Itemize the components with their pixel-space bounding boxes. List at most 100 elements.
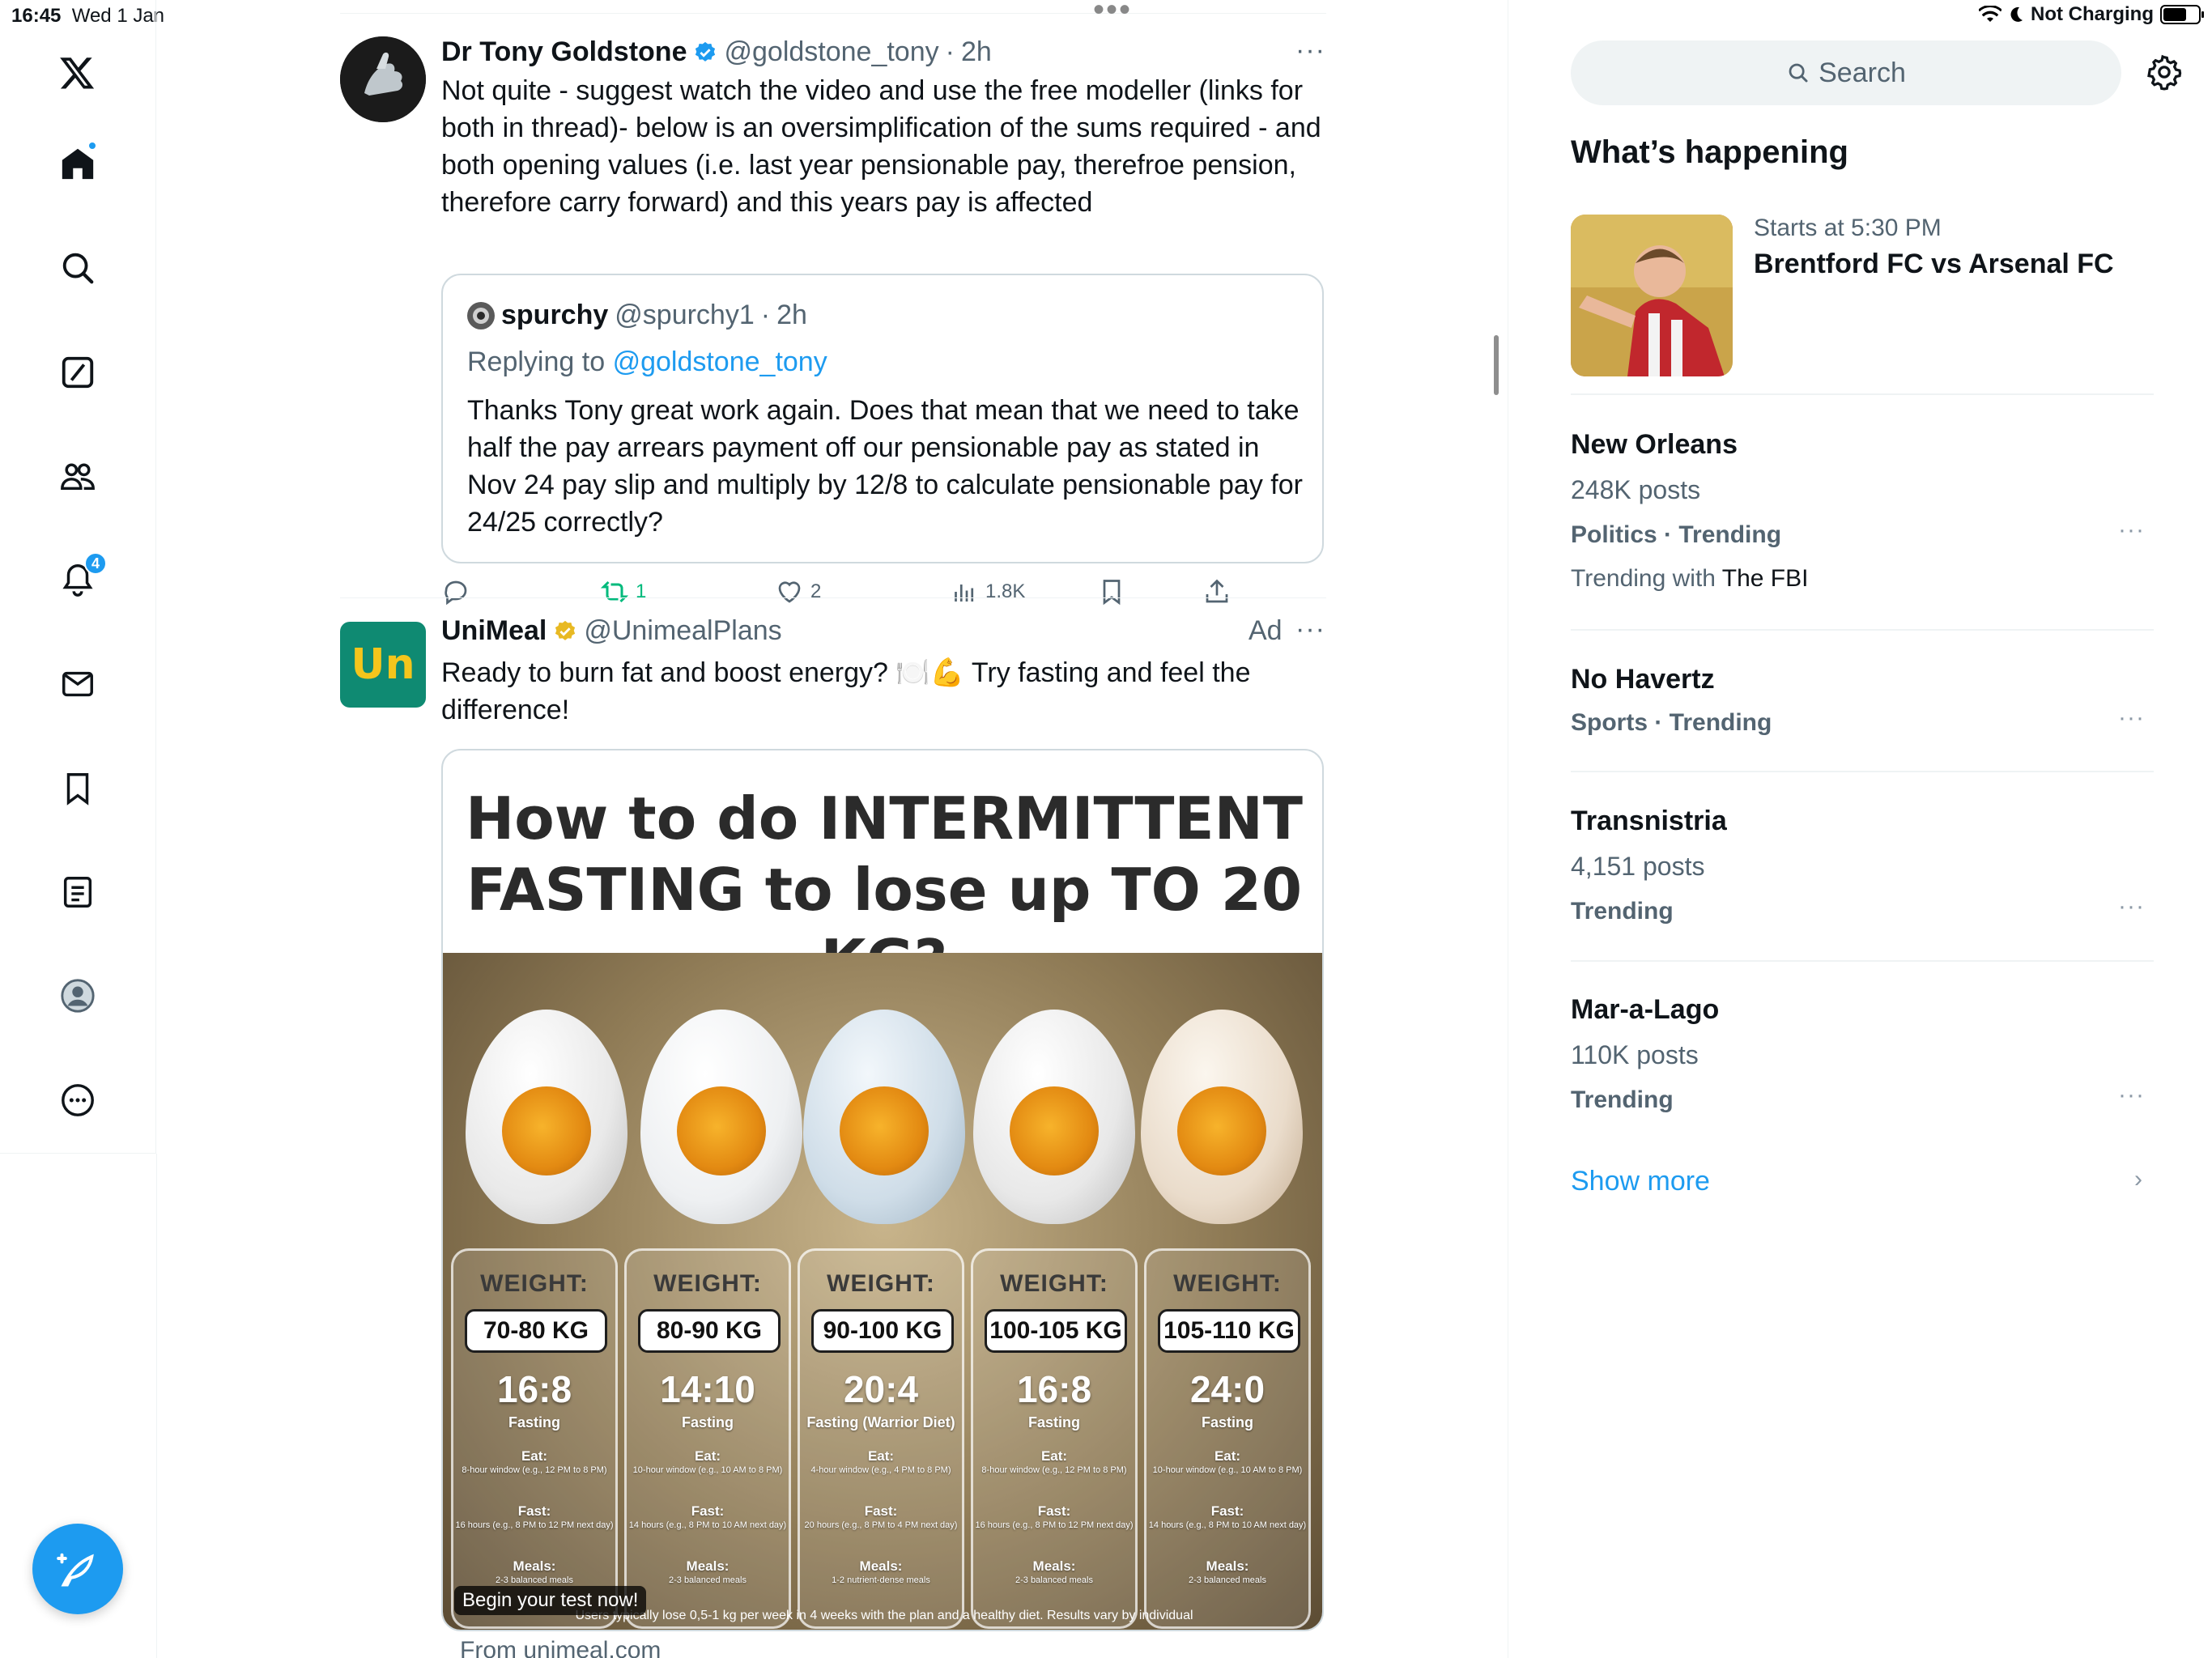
quote-author-handle: @spurchy1 <box>615 300 755 330</box>
trend-name: No Havertz <box>1571 664 1715 695</box>
ad-cta-label[interactable]: Begin your test now! <box>454 1586 647 1615</box>
fasting-ratio: 16:8 <box>1016 1368 1092 1410</box>
trending-with-topic[interactable]: The FBI <box>1722 565 1809 592</box>
views-button[interactable]: 1.8K <box>950 577 1025 606</box>
lists-icon[interactable] <box>53 868 102 916</box>
timeline: ••• Dr Tony Goldstone @goldstone_tony · … <box>340 0 1326 1658</box>
bookmarks-icon[interactable] <box>53 764 102 813</box>
egg-image <box>973 1010 1135 1224</box>
fasting-column: WEIGHT: 70-80 KG 16:8 Fasting Eat: 8-hou… <box>451 1248 618 1629</box>
left-nav: 4 <box>0 0 156 1154</box>
status-indicators: Not Charging <box>1979 3 2204 26</box>
share-icon <box>1206 579 1228 603</box>
timeline-top-divider <box>340 13 1326 14</box>
replying-to-link[interactable]: @goldstone_tony <box>613 346 827 377</box>
fasting-ratio: 20:4 <box>843 1368 919 1410</box>
like-count: 2 <box>810 580 822 602</box>
tweet-more-button[interactable]: ··· <box>1295 35 1325 66</box>
tweet-time[interactable]: 2h <box>961 36 992 68</box>
quote-text: Thanks Tony great work again. Does that … <box>467 395 1303 538</box>
x-logo-icon[interactable] <box>53 49 102 97</box>
trend-more-button[interactable]: ··· <box>2118 1082 2145 1109</box>
trend-more-button[interactable]: ··· <box>2118 517 2145 544</box>
event-title: Brentford FC vs Arsenal FC <box>1754 249 2114 279</box>
trend-more-button[interactable]: ··· <box>2118 704 2145 732</box>
sidebar-divider <box>1571 393 2154 395</box>
search-input[interactable]: Search <box>1571 40 2121 105</box>
messages-icon[interactable] <box>53 660 102 708</box>
show-more-link[interactable]: Show more <box>1571 1166 1710 1197</box>
compose-feather-icon <box>57 1553 94 1587</box>
weight-range: 100-105 KG <box>985 1309 1127 1353</box>
ad-label: Ad <box>1249 615 1283 646</box>
quote-header: spurchy @spurchy1 · 2h <box>467 300 807 331</box>
communities-icon[interactable] <box>53 452 102 500</box>
timeline-scrollbar[interactable] <box>1494 335 1499 395</box>
charging-status: Not Charging <box>2031 3 2154 25</box>
compose-post-button[interactable] <box>32 1524 123 1614</box>
share-button[interactable] <box>1202 577 1231 606</box>
author-name[interactable]: Dr Tony Goldstone <box>441 36 687 68</box>
quote-time: 2h <box>776 300 807 330</box>
verified-badge-icon <box>696 41 716 62</box>
left-column-divider <box>156 1154 157 1658</box>
trend-category: Politics · Trending <box>1571 521 1782 548</box>
reply-icon <box>445 580 467 606</box>
search-placeholder: Search <box>1819 57 1906 88</box>
tweet-divider <box>340 597 1326 598</box>
ad-infographic: WEIGHT: 70-80 KG 16:8 Fasting Eat: 8-hou… <box>443 953 1322 1630</box>
weight-range: 80-90 KG <box>638 1309 781 1353</box>
avatar[interactable]: Un <box>340 622 426 708</box>
home-new-dot <box>87 141 97 151</box>
avatar[interactable] <box>340 36 426 122</box>
reply-button[interactable] <box>441 577 470 606</box>
author-handle[interactable]: @UnimealPlans <box>584 615 781 647</box>
tweet-header: UniMeal @UnimealPlans <box>441 615 782 647</box>
unimeal-logo: Un <box>351 640 415 689</box>
ad-more-button[interactable]: ··· <box>1295 614 1325 645</box>
home-icon[interactable] <box>53 139 102 188</box>
trend-category: Sports · Trending <box>1571 709 1772 736</box>
author-handle[interactable]: @goldstone_tony <box>724 36 938 68</box>
battery-icon <box>2160 5 2204 24</box>
views-icon <box>955 585 974 602</box>
bookmark-button[interactable] <box>1097 577 1126 606</box>
quoted-tweet[interactable]: spurchy @spurchy1 · 2h Replying to @gold… <box>441 274 1324 563</box>
sidebar-divider <box>1571 771 2154 772</box>
author-name[interactable]: UniMeal <box>441 615 547 647</box>
egg-image <box>1141 1010 1303 1224</box>
notifications-icon[interactable]: 4 <box>53 552 107 604</box>
repost-count: 1 <box>636 580 647 602</box>
heart-icon <box>778 581 801 603</box>
trend-category: Trending <box>1571 1086 1674 1113</box>
trend-posts: 248K posts <box>1571 475 1701 504</box>
ad-media-card[interactable]: How to do INTERMITTENT FASTING to lose u… <box>441 749 1324 1631</box>
egg-image <box>640 1010 802 1224</box>
search-nav-icon[interactable] <box>53 244 102 292</box>
wifi-icon <box>1979 6 2002 22</box>
event-time: Starts at 5:30 PM <box>1754 215 1942 241</box>
multitask-handle[interactable]: ••• <box>1093 0 1132 26</box>
event-card[interactable]: Starts at 5:30 PM Brentford FC vs Arsena… <box>1571 215 2154 376</box>
fasting-ratio: 14:10 <box>660 1368 755 1410</box>
chevron-right-icon: › <box>2134 1166 2142 1192</box>
repost-icon <box>600 580 629 603</box>
ad-source-domain[interactable]: From unimeal.com <box>460 1637 661 1658</box>
fasting-column: WEIGHT: 105-110 KG 24:0 Fasting Eat: 10-… <box>1144 1248 1311 1629</box>
more-icon[interactable] <box>53 1076 102 1124</box>
quote-author-name: spurchy <box>501 300 609 330</box>
trend-more-button[interactable]: ··· <box>2118 893 2145 920</box>
replying-to: Replying to @goldstone_tony <box>467 346 827 377</box>
fasting-ratio: 16:8 <box>496 1368 572 1410</box>
trend-name: Mar-a-Lago <box>1571 994 1720 1025</box>
search-icon <box>1789 63 1808 83</box>
profile-avatar-icon[interactable] <box>53 971 102 1020</box>
trend-posts: 4,151 posts <box>1571 852 1705 881</box>
repost-button[interactable]: 1 <box>600 577 646 606</box>
sidebar-divider <box>1571 960 2154 962</box>
trend-name: New Orleans <box>1571 429 1738 460</box>
trend-category: Trending <box>1571 898 1674 925</box>
like-button[interactable]: 2 <box>775 577 821 606</box>
settings-gear-icon[interactable] <box>2146 53 2183 91</box>
grok-icon[interactable] <box>53 348 102 397</box>
